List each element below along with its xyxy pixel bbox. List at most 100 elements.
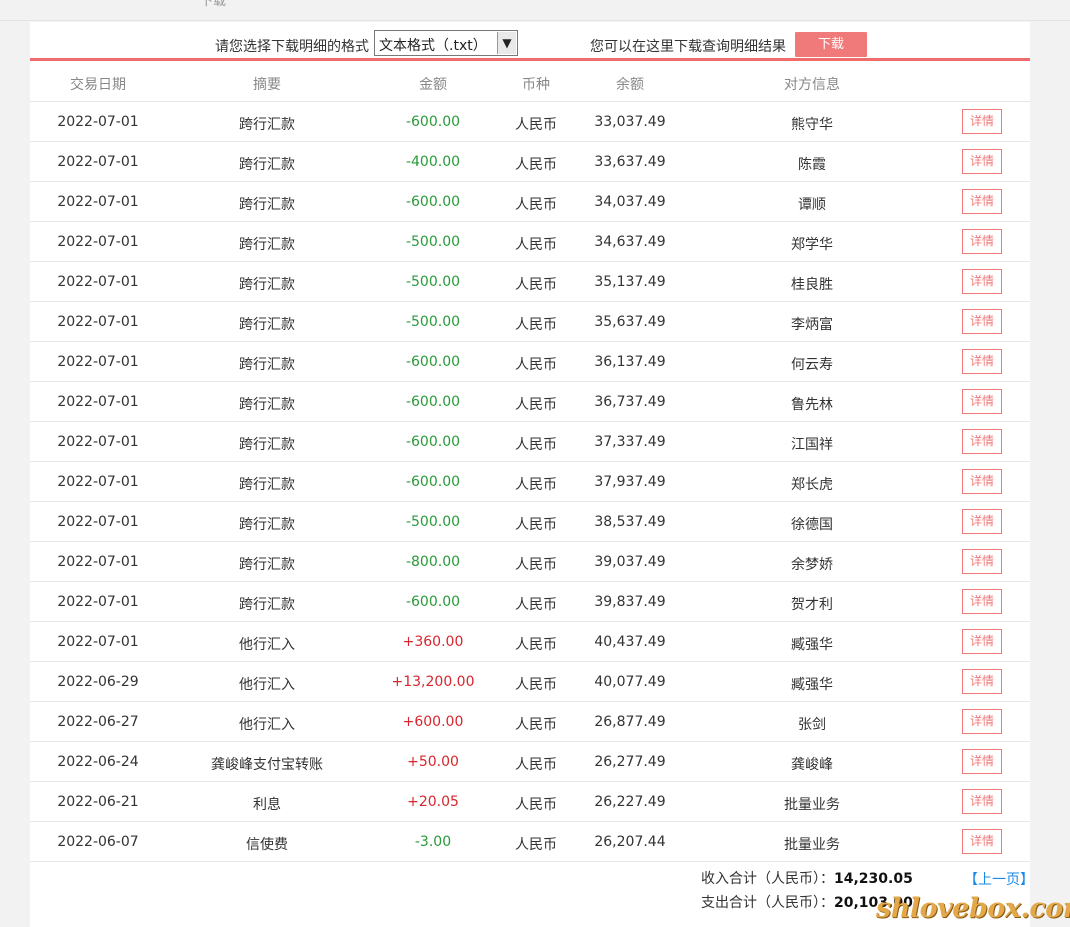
detail-button[interactable]: 详情 — [962, 229, 1002, 254]
cell-amount: -600.00 — [405, 194, 461, 210]
table-row: 2022-07-01 跨行汇款 -600.00 人民币 34,037.49 谭顺 详情 — [30, 182, 1030, 222]
detail-button[interactable]: 详情 — [962, 309, 1002, 334]
download-hint: 您可以在这里下载查询明细结果 — [590, 39, 786, 55]
table-row: 2022-07-01 跨行汇款 -500.00 人民币 35,637.49 李炳富 详情 — [30, 302, 1030, 342]
cell-counterparty: 江国祥 — [791, 437, 833, 453]
table-row: 2022-06-27 他行汇入 +600.00 人民币 26,877.49 张剑 详情 — [30, 702, 1030, 742]
col-header-currency: 币种 — [522, 77, 550, 93]
cell-date: 2022-07-01 — [57, 114, 139, 130]
cell-balance: 35,137.49 — [594, 274, 666, 290]
cell-amount: +13,200.00 — [391, 674, 475, 690]
cell-balance: 36,137.49 — [594, 354, 666, 370]
download-format-label: 请您选择下载明细的格式 — [215, 39, 369, 55]
cell-counterparty: 何云寿 — [791, 357, 833, 373]
detail-button[interactable]: 详情 — [962, 669, 1002, 694]
format-select-value: 文本格式（.txt） — [379, 38, 487, 54]
cell-currency: 人民币 — [515, 277, 557, 293]
chevron-down-icon[interactable]: ▼ — [497, 32, 516, 54]
cell-balance: 26,277.49 — [594, 754, 666, 770]
detail-button[interactable]: 详情 — [962, 789, 1002, 814]
cell-balance: 35,637.49 — [594, 314, 666, 330]
cell-balance: 37,337.49 — [594, 434, 666, 450]
cell-date: 2022-07-01 — [57, 194, 139, 210]
table-row: 2022-07-01 跨行汇款 -800.00 人民币 39,037.49 余梦娇 详情 — [30, 542, 1030, 582]
cell-currency: 人民币 — [515, 157, 557, 173]
table-row: 2022-06-29 他行汇入 +13,200.00 人民币 40,077.49 臧强华 详… — [30, 662, 1030, 702]
cell-summary: 龚峻峰支付宝转账 — [211, 757, 323, 773]
cell-counterparty: 谭顺 — [798, 197, 826, 213]
cell-summary: 跨行汇款 — [239, 197, 295, 213]
cell-amount: -600.00 — [405, 114, 461, 130]
cell-date: 2022-07-01 — [57, 234, 139, 250]
table-row: 2022-06-21 利息 +20.05 人民币 26,227.49 批量业务 详情 — [30, 782, 1030, 822]
table-row: 2022-07-01 跨行汇款 -400.00 人民币 33,637.49 陈霞 详情 — [30, 142, 1030, 182]
table-row: 2022-07-01 跨行汇款 -600.00 人民币 37,337.49 江国祥 详情 — [30, 422, 1030, 462]
cell-counterparty: 鲁先林 — [791, 397, 833, 413]
cell-counterparty: 徐德国 — [791, 517, 833, 533]
table-row: 2022-06-24 龚峻峰支付宝转账 +50.00 人民币 26,277.49 龚峻峰 详… — [30, 742, 1030, 782]
cell-date: 2022-07-01 — [57, 394, 139, 410]
cell-balance: 38,537.49 — [594, 514, 666, 530]
detail-button[interactable]: 详情 — [962, 109, 1002, 134]
detail-button[interactable]: 详情 — [962, 469, 1002, 494]
cell-balance: 26,227.49 — [594, 794, 666, 810]
cell-amount: +20.05 — [407, 794, 459, 810]
cell-currency: 人民币 — [515, 717, 557, 733]
cell-currency: 人民币 — [515, 757, 557, 773]
detail-button[interactable]: 详情 — [962, 549, 1002, 574]
cell-date: 2022-06-24 — [57, 754, 139, 770]
detail-button[interactable]: 详情 — [962, 349, 1002, 374]
cell-counterparty: 桂良胜 — [791, 277, 833, 293]
cell-summary: 跨行汇款 — [239, 477, 295, 493]
cell-balance: 37,937.49 — [594, 474, 666, 490]
table-row: 2022-06-07 信使费 -3.00 人民币 26,207.44 批量业务 详情 — [30, 822, 1030, 862]
cell-balance: 39,837.49 — [594, 594, 666, 610]
cell-summary: 跨行汇款 — [239, 357, 295, 373]
cell-date: 2022-07-01 — [57, 354, 139, 370]
cell-summary: 跨行汇款 — [239, 317, 295, 333]
cell-balance: 39,037.49 — [594, 554, 666, 570]
cell-summary: 跨行汇款 — [239, 517, 295, 533]
cell-currency: 人民币 — [515, 677, 557, 693]
cell-counterparty: 李炳富 — [791, 317, 833, 333]
cell-date: 2022-07-01 — [57, 554, 139, 570]
detail-button[interactable]: 详情 — [962, 429, 1002, 454]
download-button[interactable]: 下载 — [795, 32, 867, 57]
cell-summary: 跨行汇款 — [239, 437, 295, 453]
col-header-balance: 余额 — [616, 77, 644, 93]
cell-currency: 人民币 — [515, 797, 557, 813]
detail-button[interactable]: 详情 — [962, 509, 1002, 534]
detail-button[interactable]: 详情 — [962, 629, 1002, 654]
cell-summary: 跨行汇款 — [239, 157, 295, 173]
cell-summary: 跨行汇款 — [239, 557, 295, 573]
detail-button[interactable]: 详情 — [962, 189, 1002, 214]
detail-button[interactable]: 详情 — [962, 829, 1002, 854]
watermark-logo: shlovebox.com — [876, 893, 1070, 924]
detail-button[interactable]: 详情 — [962, 389, 1002, 414]
cell-amount: -600.00 — [405, 594, 461, 610]
prev-page-link[interactable]: 【上一页】 — [964, 869, 1034, 889]
cell-date: 2022-06-27 — [57, 714, 139, 730]
cell-amount: +50.00 — [407, 754, 459, 770]
clipped-top-text: 下载 — [200, 0, 227, 9]
cell-counterparty: 臧强华 — [791, 677, 833, 693]
cell-balance: 34,037.49 — [594, 194, 666, 210]
cell-amount: -600.00 — [405, 394, 461, 410]
table-row: 2022-07-01 跨行汇款 -500.00 人民币 35,137.49 桂良胜 详情 — [30, 262, 1030, 302]
table-row: 2022-07-01 跨行汇款 -600.00 人民币 36,137.49 何云寿 详情 — [30, 342, 1030, 382]
table-row: 2022-07-01 跨行汇款 -600.00 人民币 39,837.49 贺才利 详情 — [30, 582, 1030, 622]
detail-button[interactable]: 详情 — [962, 269, 1002, 294]
detail-button[interactable]: 详情 — [962, 749, 1002, 774]
cell-counterparty: 郑学华 — [791, 237, 833, 253]
cell-counterparty: 张剑 — [798, 717, 826, 733]
detail-button[interactable]: 详情 — [962, 589, 1002, 614]
cell-date: 2022-06-07 — [57, 834, 139, 850]
income-total: 收入合计（人民币）：14,230.05 — [701, 868, 913, 888]
table-row: 2022-07-01 跨行汇款 -600.00 人民币 37,937.49 郑长虎 详情 — [30, 462, 1030, 502]
detail-button[interactable]: 详情 — [962, 709, 1002, 734]
download-bar: 请您选择下载明细的格式 文本格式（.txt） ▼ 您可以在这里下载查询明细结果 … — [30, 22, 1030, 61]
cell-summary: 跨行汇款 — [239, 397, 295, 413]
format-select[interactable]: 文本格式（.txt） ▼ — [374, 30, 518, 56]
income-total-label: 收入合计（人民币）： — [701, 871, 834, 887]
detail-button[interactable]: 详情 — [962, 149, 1002, 174]
